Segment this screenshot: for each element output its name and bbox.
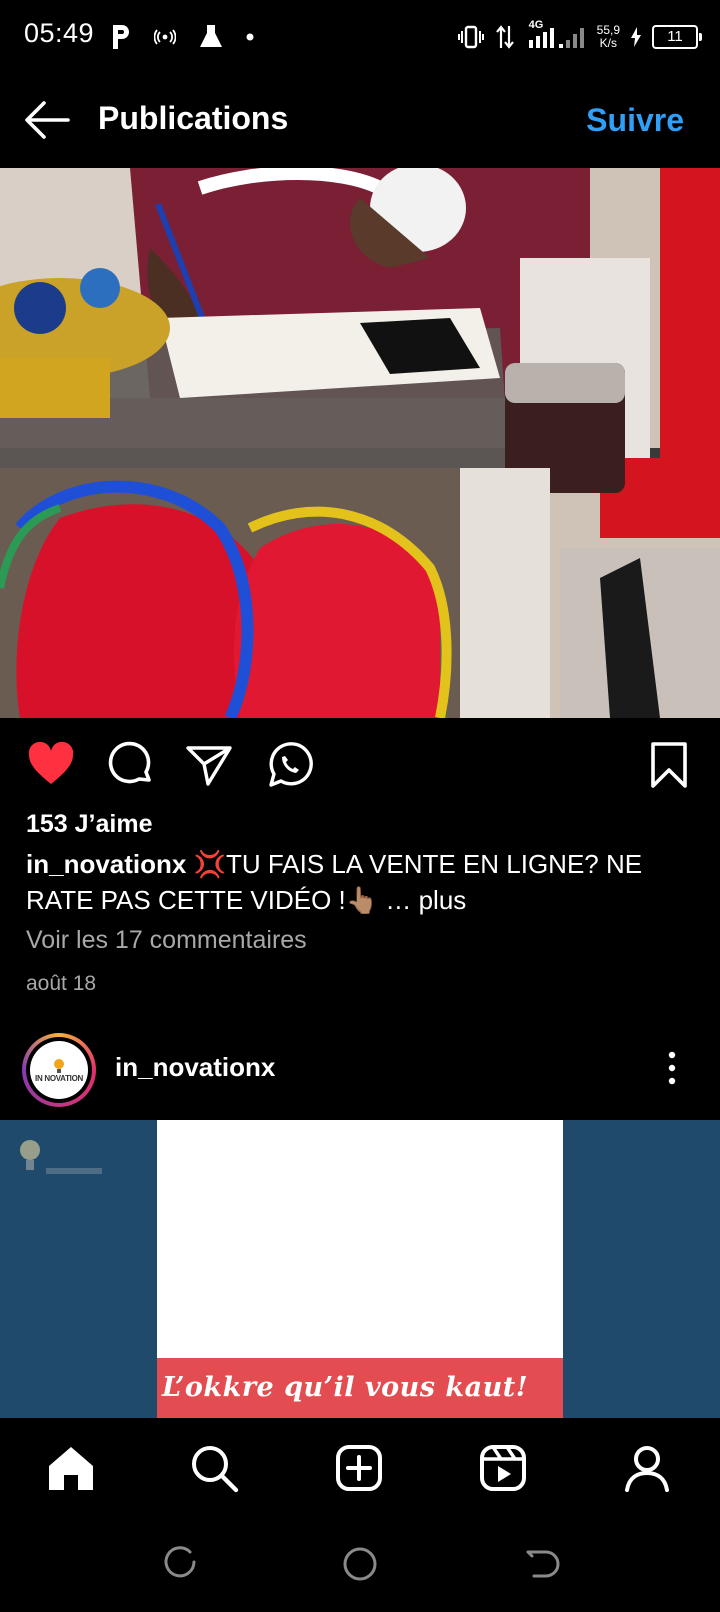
post-options-button[interactable] xyxy=(660,1050,684,1086)
status-time: 05:49 xyxy=(24,18,95,48)
nav-reels[interactable] xyxy=(477,1442,529,1494)
home-system-button[interactable] xyxy=(340,1544,380,1584)
whatsapp-share-button[interactable] xyxy=(264,740,314,790)
comment-button[interactable] xyxy=(105,740,155,790)
status-bar: 05:49 4G 55,9 K/s 11 xyxy=(0,0,720,72)
recents-icon xyxy=(164,1546,196,1578)
battery-level: 11 xyxy=(667,28,683,45)
lightbulb-watermark-icon xyxy=(20,1140,102,1174)
view-comments-link[interactable]: Voir les 17 commentaires xyxy=(26,926,307,955)
comment-icon xyxy=(108,741,151,784)
flask-icon xyxy=(200,25,222,47)
status-right-icons: 4G 55,9 K/s 11 xyxy=(457,19,702,54)
system-back-button[interactable] xyxy=(520,1544,560,1584)
post2-media[interactable]: L’okkre qu’il vous kaut! xyxy=(0,1120,720,1418)
hotspot-icon xyxy=(154,29,176,45)
system-navigation xyxy=(0,1518,720,1612)
home-icon xyxy=(49,1447,93,1490)
like-count[interactable]: 153 J’aime xyxy=(26,810,153,839)
avatar-logo-text: IN NOVATION xyxy=(35,1073,83,1083)
caption-more-link[interactable]: … plus xyxy=(385,885,466,915)
post-actions xyxy=(0,718,720,814)
data-arrows-icon xyxy=(495,25,514,49)
nav-search[interactable] xyxy=(188,1442,240,1494)
whatsapp-icon xyxy=(269,742,313,787)
back-button[interactable] xyxy=(22,96,72,144)
send-icon xyxy=(186,746,232,786)
signal-icon: 4G xyxy=(525,19,587,52)
post-date: août 18 xyxy=(26,972,97,995)
app-header: Publications Suivre xyxy=(0,72,720,168)
speed-unit: K/s xyxy=(599,36,617,50)
heart-filled-icon xyxy=(28,741,74,784)
lightbulb-logo-icon xyxy=(54,1058,64,1073)
circle-home-icon xyxy=(343,1547,377,1581)
notification-dot-icon xyxy=(246,33,254,41)
battery-icon: 11 xyxy=(652,25,702,49)
network-speed: 55,9 K/s xyxy=(597,24,620,50)
bookmark-icon xyxy=(651,742,687,788)
like-button[interactable] xyxy=(26,740,76,790)
create-icon xyxy=(336,1445,382,1491)
follow-button[interactable]: Suivre xyxy=(586,102,684,139)
parking-app-icon xyxy=(113,25,129,49)
nav-create[interactable] xyxy=(333,1442,385,1494)
post-author[interactable]: in_novationx xyxy=(115,1052,275,1083)
page-title: Publications xyxy=(98,100,289,136)
status-left-icons xyxy=(110,20,254,54)
vibrate-icon xyxy=(457,25,484,49)
reels-icon xyxy=(480,1445,526,1491)
caption-username[interactable]: in_novationx xyxy=(26,849,186,879)
post-caption: in_novationx 💢TU FAIS LA VENTE EN LIGNE?… xyxy=(26,846,696,918)
video-frame xyxy=(0,168,720,718)
charging-icon xyxy=(631,27,641,47)
more-vertical-icon xyxy=(668,1051,676,1085)
recents-button[interactable] xyxy=(160,1544,200,1584)
media-white-panel xyxy=(157,1120,563,1358)
nav-home[interactable] xyxy=(45,1442,97,1494)
profile-icon xyxy=(625,1446,669,1492)
avatar: IN NOVATION xyxy=(30,1041,88,1099)
search-icon xyxy=(192,1446,239,1493)
nav-profile[interactable] xyxy=(621,1442,673,1494)
media-banner-text: L’okkre qu’il vous kaut! xyxy=(162,1372,529,1403)
post-video[interactable] xyxy=(0,168,720,718)
share-button[interactable] xyxy=(184,740,234,790)
save-button[interactable] xyxy=(644,740,694,790)
system-back-icon xyxy=(526,1550,560,1578)
back-arrow-icon xyxy=(25,101,70,139)
bottom-navigation xyxy=(0,1418,720,1518)
